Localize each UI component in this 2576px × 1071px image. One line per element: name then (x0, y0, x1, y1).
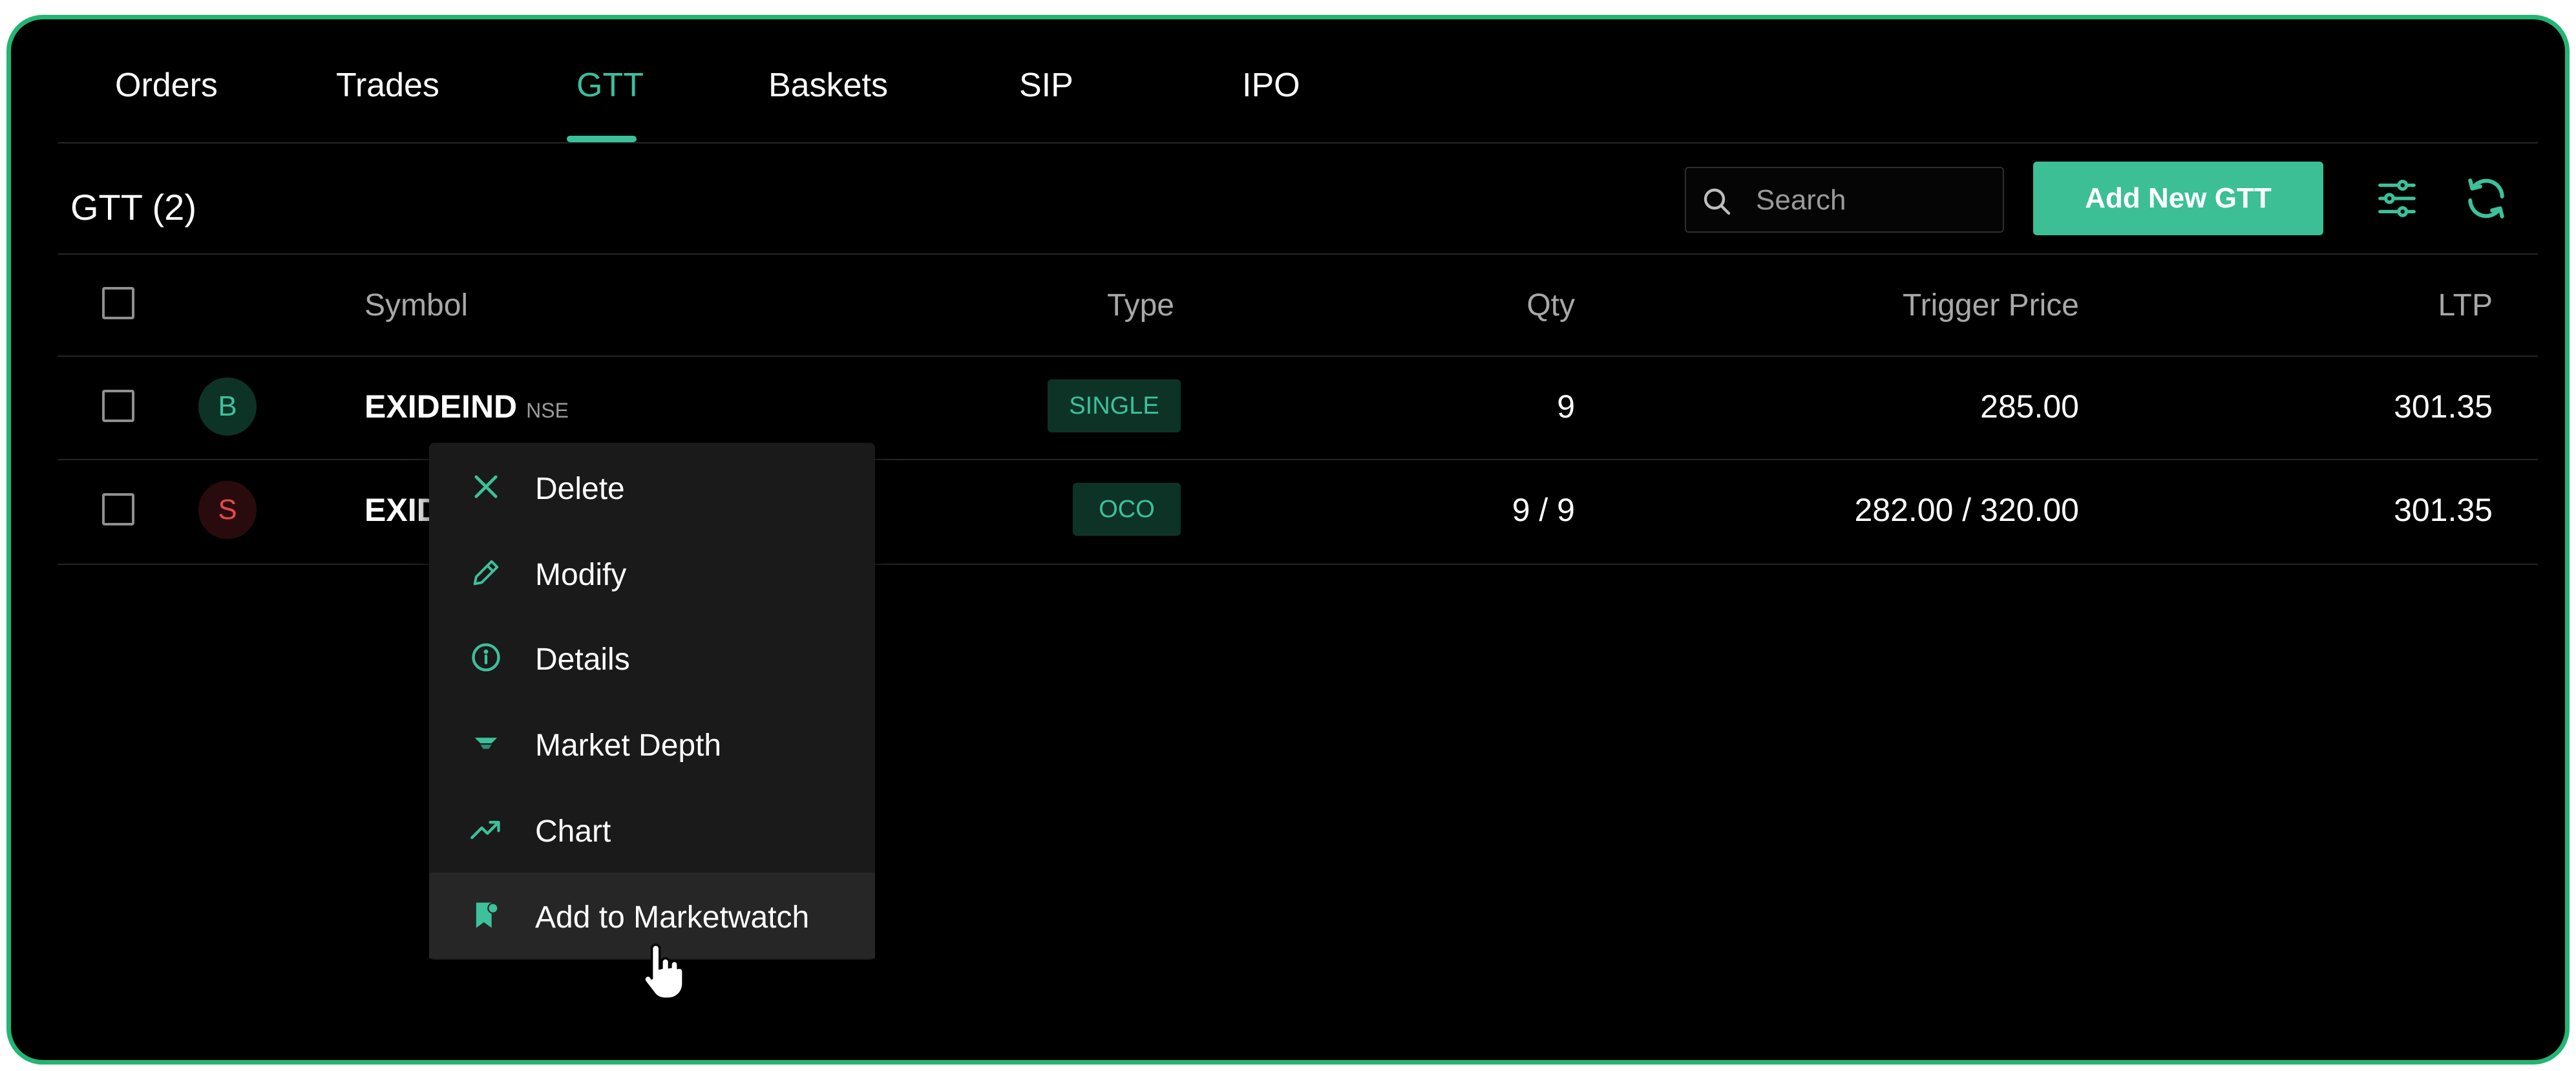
divider (58, 355, 2538, 357)
menu-item-chart[interactable]: Chart (429, 787, 875, 873)
column-header-symbol[interactable]: Symbol (364, 288, 468, 323)
sell-badge: S (198, 481, 257, 539)
tab-gtt[interactable]: GTT (576, 66, 644, 105)
select-all-checkbox[interactable] (102, 287, 134, 319)
tab-sip[interactable]: SIP (1019, 66, 1073, 105)
search-input[interactable] (1756, 182, 1989, 218)
trigger-price-cell: 285.00 (1980, 388, 2079, 425)
divider (58, 142, 2538, 143)
pencil-icon (473, 560, 499, 586)
add-new-gtt-button[interactable]: Add New GTT (2033, 162, 2323, 235)
hand-pointer-cursor (643, 943, 684, 1000)
column-header-type[interactable]: Type (1045, 288, 1174, 323)
column-header-ltp[interactable]: LTP (2338, 288, 2493, 323)
qty-cell: 9 (1557, 388, 1575, 425)
menu-item-label: Chart (535, 814, 611, 849)
close-icon (474, 475, 498, 498)
tab-baskets[interactable]: Baskets (768, 66, 888, 105)
symbol-cell[interactable]: EXIDEIND NSE (364, 388, 569, 425)
menu-item-label: Details (535, 642, 630, 677)
tab-ipo[interactable]: IPO (1242, 66, 1300, 105)
type-badge: OCO (1073, 483, 1181, 536)
row-context-menu: Delete Modify Details Market Depth Chart (429, 443, 875, 960)
menu-item-label: Market Depth (535, 728, 722, 763)
menu-item-modify[interactable]: Modify (429, 530, 875, 616)
menu-item-label: Modify (535, 558, 627, 592)
info-icon (472, 643, 500, 672)
buy-badge: B (198, 377, 257, 436)
qty-cell: 9 / 9 (1512, 492, 1575, 528)
symbol-name: EXIDEIND (364, 388, 518, 425)
ltp-cell: 301.35 (2394, 492, 2493, 528)
exchange-label: NSE (526, 399, 569, 422)
search-icon (1704, 188, 1731, 215)
menu-item-label: Delete (535, 472, 625, 506)
app-window: Orders Trades GTT Baskets SIP IPO GTT (2… (6, 15, 2570, 1065)
row-checkbox[interactable] (102, 390, 134, 422)
tab-orders[interactable]: Orders (115, 66, 218, 105)
menu-item-label: Add to Marketwatch (535, 900, 810, 935)
tab-bar: Orders Trades GTT Baskets SIP IPO (11, 19, 2565, 142)
search-box[interactable] (1685, 167, 2004, 233)
menu-item-market-depth[interactable]: Market Depth (429, 701, 875, 787)
bookmark-add-icon (476, 902, 499, 928)
page-title: GTT (2) (70, 187, 196, 228)
tab-trades[interactable]: Trades (336, 66, 439, 105)
active-tab-indicator (567, 136, 637, 142)
type-badge: SINGLE (1048, 379, 1181, 432)
row-checkbox[interactable] (102, 493, 134, 525)
ltp-cell: 301.35 (2394, 388, 2493, 425)
column-header-trigger-price[interactable]: Trigger Price (1821, 288, 2079, 323)
trigger-price-cell: 282.00 / 320.00 (1854, 492, 2079, 528)
refresh-icon[interactable] (2462, 175, 2510, 226)
filter-settings-icon[interactable] (2374, 176, 2420, 224)
column-header-qty[interactable]: Qty (1433, 288, 1575, 323)
depth-icon (474, 737, 498, 749)
divider (58, 253, 2538, 255)
menu-item-delete[interactable]: Delete (429, 444, 875, 530)
menu-item-details[interactable]: Details (429, 615, 875, 701)
trend-icon (470, 821, 500, 840)
